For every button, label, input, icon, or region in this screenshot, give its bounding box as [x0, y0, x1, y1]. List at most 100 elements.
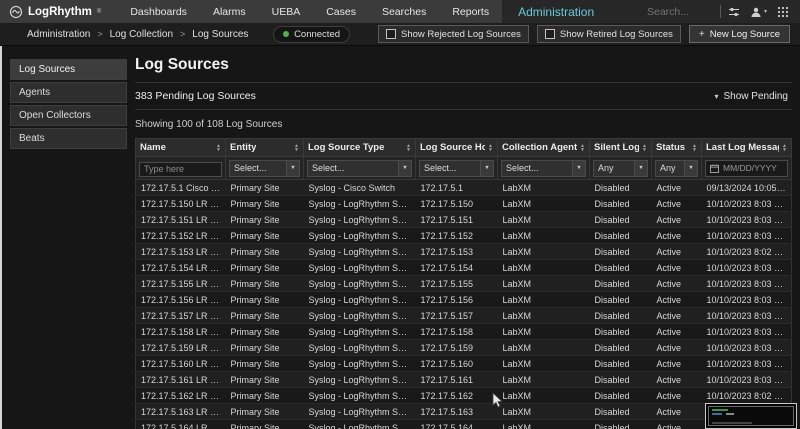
sidebar-item-open-collectors[interactable]: Open Collectors: [10, 105, 127, 126]
nav-item-ueba[interactable]: UEBA: [259, 0, 314, 23]
sort-icon[interactable]: ▲▼: [689, 144, 697, 152]
breadcrumb-item-log-collection[interactable]: Log Collection: [110, 29, 173, 40]
table-row[interactable]: 172.17.5.150 LR Sysl...Primary SiteSyslo…: [136, 196, 792, 212]
nav-item-administration[interactable]: Administration: [502, 5, 610, 19]
table-filter-row: Select...▼ Select...▼ Select...▼ Select...▼…: [136, 157, 792, 180]
table-cell: 172.17.5.161 LR Sysl...: [136, 372, 226, 388]
show-retired-checkbox[interactable]: Show Retired Log Sources: [537, 25, 681, 43]
user-menu-button[interactable]: ▾: [750, 6, 767, 18]
table-cell: Primary Site: [226, 292, 304, 308]
connection-status-label: Connected: [294, 29, 340, 40]
table-cell: Disabled: [590, 276, 652, 292]
show-retired-label: Show Retired Log Sources: [560, 29, 673, 40]
sort-icon[interactable]: ▲▼: [291, 144, 299, 152]
table-cell: 10/10/2023 8:03 am: [702, 308, 792, 324]
table-cell: 172.17.5.158: [416, 324, 498, 340]
table-row[interactable]: 172.17.5.156 LR Sysl...Primary SiteSyslo…: [136, 292, 792, 308]
sort-icon[interactable]: ▲▼: [485, 144, 493, 152]
nav-item-alarms[interactable]: Alarms: [200, 0, 259, 23]
sort-icon[interactable]: ▲▼: [779, 144, 787, 152]
column-header-name[interactable]: Name▲▼: [136, 139, 226, 157]
nav-item-cases[interactable]: Cases: [313, 0, 369, 23]
nav-item-dashboards[interactable]: Dashboards: [117, 0, 200, 23]
table-row[interactable]: 172.17.5.151 LR Sysl...Primary SiteSyslo…: [136, 212, 792, 228]
topnav-right-section: Administration: [502, 0, 800, 23]
table-cell: Disabled: [590, 388, 652, 404]
table-header-row: Name▲▼Entity▲▼Log Source Type▲▼Log Sourc…: [136, 139, 792, 157]
column-header-status[interactable]: Status▲▼: [652, 139, 702, 157]
table-cell: 10/10/2023 8:03 am: [702, 260, 792, 276]
nav-item-searches[interactable]: Searches: [369, 0, 439, 23]
table-cell: Active: [652, 356, 702, 372]
table-cell: Primary Site: [226, 340, 304, 356]
table-cell: 172.17.5.160 LR Sysl...: [136, 356, 226, 372]
table-cell: Disabled: [590, 196, 652, 212]
date-filter[interactable]: MM/DD/YYYY: [705, 160, 788, 177]
column-header-entity[interactable]: Entity▲▼: [226, 139, 304, 157]
apps-grid-icon[interactable]: [777, 6, 789, 18]
table-row[interactable]: 172.17.5.159 LR Sysl...Primary SiteSyslo…: [136, 340, 792, 356]
filter-select-value: Any: [594, 163, 634, 173]
table-row[interactable]: 172.17.5.160 LR Sysl...Primary SiteSyslo…: [136, 356, 792, 372]
table-cell: Primary Site: [226, 228, 304, 244]
column-header-silent-log-s[interactable]: Silent Log S...▲▼: [590, 139, 652, 157]
brand-trademark: ®: [97, 9, 101, 15]
new-log-source-button[interactable]: + New Log Source: [689, 25, 790, 43]
logrhythm-brand[interactable]: LogRhythm®: [0, 0, 117, 23]
sort-icon[interactable]: ▲▼: [213, 144, 221, 152]
column-header-last-log-message[interactable]: Last Log Message▲▼: [702, 139, 792, 157]
log-source-host-filter-select[interactable]: Select...▼: [419, 160, 494, 177]
status-filter-select[interactable]: Any▼: [655, 160, 698, 177]
sidebar-item-beats[interactable]: Beats: [10, 128, 127, 149]
table-cell: Disabled: [590, 212, 652, 228]
table-cell: Active: [652, 212, 702, 228]
search-input[interactable]: [645, 5, 713, 19]
main-panel: Log Sources 383 Pending Log Sources ▾ Sh…: [135, 56, 792, 429]
table-cell: Active: [652, 420, 702, 429]
table-row[interactable]: 172.17.5.157 LR Sysl...Primary SiteSyslo…: [136, 308, 792, 324]
nav-item-reports[interactable]: Reports: [439, 0, 502, 23]
settings-sliders-icon[interactable]: [728, 6, 740, 18]
column-header-collection-agent[interactable]: Collection Agent▲▼: [498, 139, 590, 157]
sidebar-item-log-sources[interactable]: Log Sources: [10, 59, 127, 80]
sort-icon[interactable]: ▲▼: [639, 144, 647, 152]
table-row[interactable]: 172.17.5.152 LR Sysl...Primary SiteSyslo…: [136, 228, 792, 244]
table-cell: 172.17.5.155: [416, 276, 498, 292]
new-log-source-label: New Log Source: [710, 29, 780, 40]
table-cell: Primary Site: [226, 276, 304, 292]
top-navigation: LogRhythm® DashboardsAlarmsUEBACasesSear…: [0, 0, 800, 23]
sidebar-item-agents[interactable]: Agents: [10, 82, 127, 103]
show-pending-toggle[interactable]: ▾ Show Pending: [714, 91, 792, 102]
silent-log-s-filter-select[interactable]: Any▼: [593, 160, 648, 177]
table-row[interactable]: 172.17.5.163 LR Sysl...Primary SiteSyslo…: [136, 404, 792, 420]
show-rejected-checkbox[interactable]: Show Rejected Log Sources: [378, 25, 529, 43]
table-cell: Syslog - LogRhythm Syslog Ge...: [304, 356, 416, 372]
column-header-log-source-host[interactable]: Log Source Host▲▼: [416, 139, 498, 157]
collection-agent-filter-select[interactable]: Select...▼: [501, 160, 586, 177]
table-row[interactable]: 172.17.5.161 LR Sysl...Primary SiteSyslo…: [136, 372, 792, 388]
sort-icon[interactable]: ▲▼: [403, 144, 411, 152]
table-cell: LabXM: [498, 244, 590, 260]
table-cell: 172.17.5.163: [416, 404, 498, 420]
table-row[interactable]: 172.17.5.158 LR Sysl...Primary SiteSyslo…: [136, 324, 792, 340]
sort-icon[interactable]: ▲▼: [577, 144, 585, 152]
log-source-type-filter-select[interactable]: Select...▼: [307, 160, 412, 177]
table-row[interactable]: 172.17.5.154 LR Sysl...Primary SiteSyslo…: [136, 260, 792, 276]
breadcrumb-item-log-sources[interactable]: Log Sources: [192, 29, 248, 40]
table-row[interactable]: 172.17.5.153 LR Sysl...Primary SiteSyslo…: [136, 244, 792, 260]
column-header-log-source-type[interactable]: Log Source Type▲▼: [304, 139, 416, 157]
table-cell: Syslog - LogRhythm Syslog Ge...: [304, 388, 416, 404]
table-row[interactable]: 172.17.5.164 LR Sysl...Primary SiteSyslo…: [136, 420, 792, 429]
breadcrumb-item-administration[interactable]: Administration: [27, 29, 90, 40]
table-cell: 10/10/2023 8:03 am: [702, 372, 792, 388]
table-row[interactable]: 172.17.5.155 LR Sysl...Primary SiteSyslo…: [136, 276, 792, 292]
entity-filter-select[interactable]: Select...▼: [229, 160, 300, 177]
table-cell: LabXM: [498, 404, 590, 420]
table-cell: Syslog - LogRhythm Syslog Ge...: [304, 196, 416, 212]
table-cell: Active: [652, 308, 702, 324]
name-filter-input[interactable]: [139, 162, 222, 177]
table-cell: Syslog - LogRhythm Syslog Ge...: [304, 244, 416, 260]
table-cell: Active: [652, 388, 702, 404]
table-row[interactable]: 172.17.5.1 Cisco Swit...Primary SiteSysl…: [136, 180, 792, 196]
table-row[interactable]: 172.17.5.162 LR Sysl...Primary SiteSyslo…: [136, 388, 792, 404]
